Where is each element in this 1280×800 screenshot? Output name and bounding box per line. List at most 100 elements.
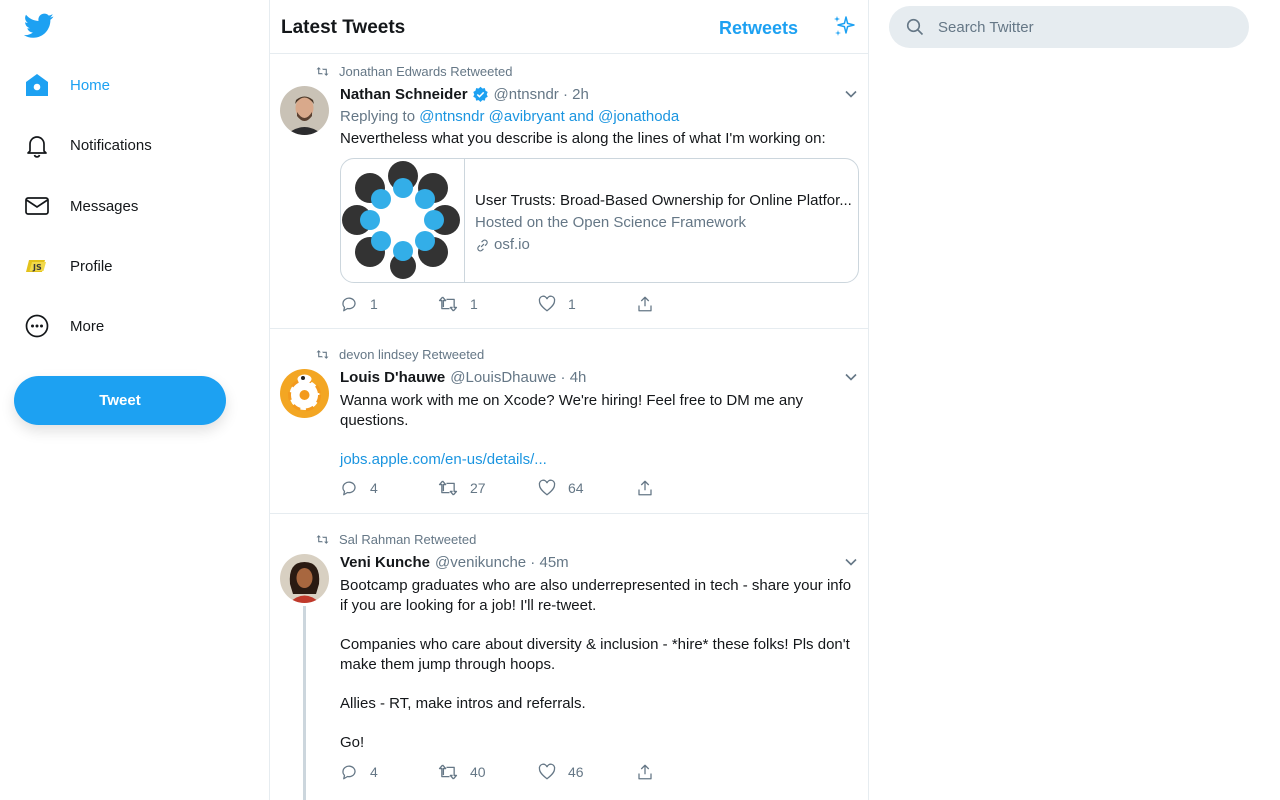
- reply-icon: [342, 481, 356, 496]
- tweet-link[interactable]: jobs.apple.com/en-us/details/...: [340, 450, 855, 470]
- nav-item-profile[interactable]: JS Profile: [14, 242, 123, 290]
- retweet-icon: [438, 764, 458, 780]
- tweet-item[interactable]: Sal Rahman Retweeted Veni Kunche @veniku…: [270, 514, 868, 800]
- retweet-small-icon: [316, 67, 329, 76]
- tweet-actions: 1 1 1: [340, 295, 660, 315]
- author-name[interactable]: Louis D'hauwe: [340, 369, 445, 386]
- left-nav: Home Notifications Messages JS Profile M…: [0, 0, 269, 800]
- tweet-author: Nathan Schneider @ntnsndr · 2h: [340, 86, 589, 103]
- more-circle-icon: [24, 313, 50, 339]
- replying-to: Replying to @ntnsndr @avibryant and @jon…: [340, 108, 679, 125]
- retweet-icon: [438, 296, 458, 312]
- reply-action[interactable]: 4: [340, 479, 378, 497]
- reply-icon: [342, 765, 356, 780]
- heart-icon: [538, 295, 556, 312]
- replying-links[interactable]: @ntnsndr @avibryant and @jonathoda: [419, 108, 679, 125]
- nav-item-messages[interactable]: Messages: [14, 182, 148, 230]
- envelope-icon: [24, 193, 50, 219]
- avatar[interactable]: [280, 86, 329, 135]
- tweet-text: Bootcamp graduates who are also underrep…: [340, 576, 855, 753]
- nav-label-profile: Profile: [70, 257, 113, 275]
- sparkle-icon[interactable]: [832, 14, 856, 38]
- share-action[interactable]: [636, 479, 654, 497]
- retweeted-by-label: devon lindsey Retweeted: [339, 347, 485, 362]
- author-handle-time: @venikunche · 45m: [435, 554, 569, 571]
- share-action[interactable]: [636, 295, 654, 313]
- tweet-text-line: make them jump through hoops.: [340, 656, 556, 673]
- chevron-down-icon[interactable]: [844, 370, 858, 384]
- retweet-action[interactable]: 1: [438, 295, 478, 313]
- avatar[interactable]: [280, 554, 329, 603]
- author-handle-time: @ntnsndr · 2h: [493, 86, 589, 103]
- link-card[interactable]: User Trusts: Broad-Based Ownership for O…: [340, 158, 859, 283]
- reply-count: 4: [370, 480, 378, 496]
- card-url-text: osf.io: [494, 236, 530, 253]
- retweet-icon: [438, 480, 458, 496]
- replying-prefix: Replying to: [340, 108, 416, 125]
- home-icon: [24, 72, 50, 98]
- retweeted-by-label: Jonathan Edwards Retweeted: [339, 64, 513, 79]
- nav-label-notifications: Notifications: [70, 136, 152, 154]
- card-body: User Trusts: Broad-Based Ownership for O…: [465, 159, 852, 282]
- timeline-header: Latest Tweets Retweets: [270, 0, 868, 54]
- retweet-small-icon: [316, 535, 329, 544]
- chevron-down-icon[interactable]: [844, 87, 858, 101]
- search-box[interactable]: [889, 6, 1249, 48]
- author-name[interactable]: Veni Kunche: [340, 554, 430, 571]
- nav-item-more[interactable]: More: [14, 302, 114, 350]
- share-icon: [638, 764, 652, 780]
- like-count: 1: [568, 296, 576, 312]
- tweet-text-line: Companies who care about diversity & inc…: [340, 636, 850, 653]
- tweet-item[interactable]: Jonathan Edwards Retweeted Nathan Schnei…: [270, 54, 868, 329]
- tweet-text-line: questions.: [340, 412, 409, 429]
- like-count: 46: [568, 764, 584, 780]
- chevron-down-icon[interactable]: [844, 555, 858, 569]
- reply-count: 4: [370, 764, 378, 780]
- reply-action[interactable]: 4: [340, 763, 378, 781]
- profile-avatar-icon: JS: [24, 253, 50, 279]
- reply-count: 1: [370, 296, 378, 312]
- timeline-column: Latest Tweets Retweets Jonathan Edwards …: [269, 0, 869, 800]
- tweet-text-line: Bootcamp graduates who are also underrep…: [340, 577, 852, 594]
- svg-text:JS: JS: [32, 263, 42, 272]
- nav-item-home[interactable]: Home: [14, 61, 120, 109]
- tweet-text-line: Allies - RT, make intros and referrals.: [340, 695, 586, 712]
- like-action[interactable]: 1: [538, 295, 576, 313]
- retweet-action[interactable]: 40: [438, 763, 486, 781]
- retweet-count: 1: [470, 296, 478, 312]
- tweet-text-line: Go!: [340, 734, 365, 751]
- nav-label-more: More: [70, 317, 105, 335]
- author-name[interactable]: Nathan Schneider: [340, 86, 468, 103]
- search-icon: [906, 18, 924, 36]
- retweet-action[interactable]: 27: [438, 479, 486, 497]
- like-action[interactable]: 64: [538, 479, 584, 497]
- card-description: Hosted on the Open Science Framework: [475, 214, 746, 231]
- tweet-text-line: if you are looking for a job! I'll re-tw…: [340, 597, 597, 614]
- nav-label-messages: Messages: [70, 197, 139, 215]
- search-input[interactable]: [938, 18, 1228, 36]
- avatar[interactable]: [280, 369, 329, 418]
- retweets-toggle[interactable]: Retweets: [719, 18, 798, 39]
- retweet-count: 27: [470, 480, 486, 496]
- retweet-context: Jonathan Edwards Retweeted: [316, 64, 512, 79]
- verified-badge-icon: [472, 86, 488, 103]
- tweet-button[interactable]: Tweet: [14, 376, 226, 425]
- nav-item-notifications[interactable]: Notifications: [14, 121, 162, 169]
- link-icon: [477, 239, 488, 251]
- tweet-text-line: Wanna work with me on Xcode? We're hirin…: [340, 392, 804, 409]
- tweet-text: Wanna work with me on Xcode? We're hirin…: [340, 391, 855, 470]
- nav-label-home: Home: [70, 76, 111, 94]
- twitter-logo-icon[interactable]: [24, 13, 54, 39]
- retweet-context: Sal Rahman Retweeted: [316, 532, 476, 547]
- thread-connector: [303, 606, 306, 800]
- share-action[interactable]: [636, 763, 654, 781]
- retweet-context: devon lindsey Retweeted: [316, 347, 484, 362]
- heart-icon: [538, 479, 556, 496]
- like-action[interactable]: 46: [538, 763, 584, 781]
- tweet-item[interactable]: devon lindsey Retweeted Louis D'hauwe @L…: [270, 329, 868, 514]
- reply-action[interactable]: 1: [340, 295, 378, 313]
